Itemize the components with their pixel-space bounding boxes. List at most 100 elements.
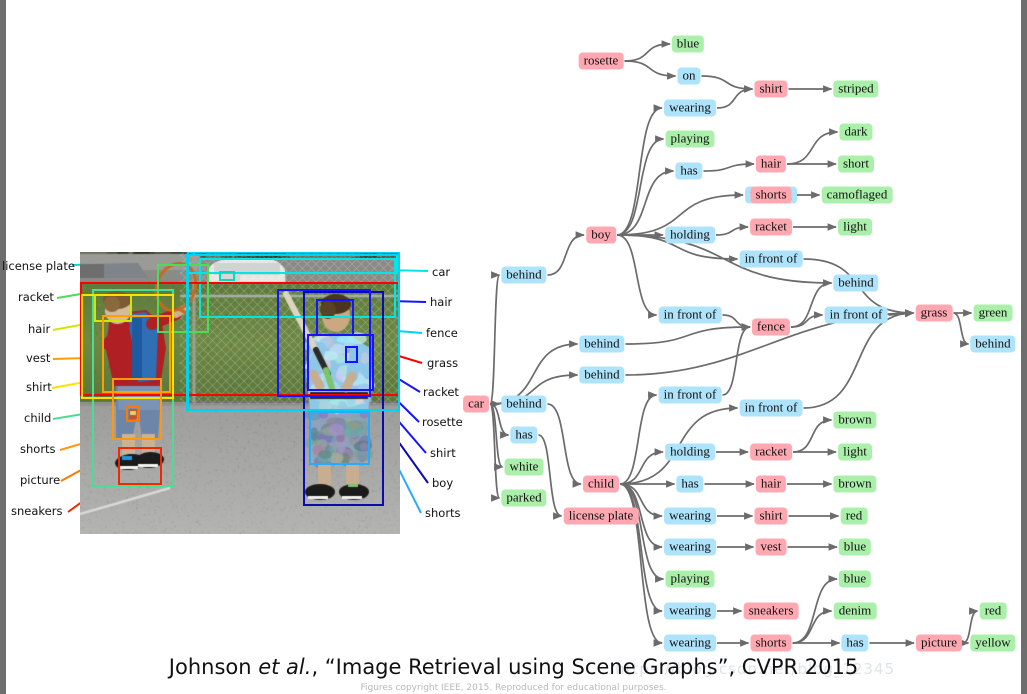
graph-node-fence[interactable]: fence [752,319,790,336]
graph-node-holding1[interactable]: holding [665,227,715,244]
graph-node-red2[interactable]: red [980,603,1007,620]
bbox-car [200,259,395,317]
graph-node-red1[interactable]: red [841,508,868,525]
graph-edge-child-to-wearing5 [620,484,662,611]
graph-node-playing1[interactable]: playing [666,131,715,148]
bbox-picture-l [127,407,139,421]
graph-node-infrontof4[interactable]: in front of [659,387,722,404]
graph-node-shorts2[interactable]: shorts [750,635,791,652]
graph-node-yellow[interactable]: yellow [970,635,1015,652]
graph-node-boy[interactable]: boy [586,227,616,244]
caption-prefix: Johnson [169,655,258,679]
graph-node-behind1[interactable]: behind [501,267,546,284]
bbox-hair-l [95,295,131,321]
graph-node-shirt2[interactable]: shirt [754,508,787,525]
graph-node-blue3[interactable]: blue [839,571,871,588]
photo-label-hair: hair [430,295,452,309]
graph-node-picture[interactable]: picture [916,635,962,652]
graph-node-holding2[interactable]: holding [665,444,715,461]
caption-suffix: , “Image Retrieval using Scene Graphs”, … [311,655,858,679]
graph-node-has2[interactable]: has [510,427,537,444]
photo-label-sneakers: sneakers [11,504,62,518]
graph-edge-child-to-infrontof4 [620,395,657,484]
graph-edge-rosette-to-on [625,61,676,76]
bbox-fence [187,255,399,410]
graph-node-light2[interactable]: light [838,444,872,461]
graph-node-wearing1[interactable]: wearing [664,100,716,117]
graph-edge-behind1-to-boy [548,235,585,275]
bbox-shorts-r [310,412,369,464]
graph-node-on[interactable]: on [678,68,701,85]
graph-node-denim[interactable]: denim [834,603,877,620]
graph-node-dark[interactable]: dark [839,124,872,141]
photo-label-license-plate: license plate [2,259,75,273]
graph-edge-holding1-to-racket1 [716,227,748,235]
graph-node-sneakers[interactable]: sneakers [744,603,799,620]
graph-node-hair1[interactable]: hair [756,156,786,173]
graph-node-striped[interactable]: striped [833,81,878,98]
graph-node-blue2[interactable]: blue [839,539,871,556]
photo-label-grass: grass [427,356,458,370]
graph-edge-car-to-behind1 [490,275,500,404]
graph-node-behind3[interactable]: behind [970,336,1015,353]
photo-label-hair: hair [28,322,50,336]
photo-label-child: child [24,411,51,425]
graph-node-hair2[interactable]: hair [756,476,786,493]
graph-edge-grass-to-behind3 [954,313,969,344]
graph-node-wearing3[interactable]: wearing [664,508,716,525]
graph-node-wearing4[interactable]: wearing [664,539,716,556]
graph-node-racket2[interactable]: racket [750,444,792,461]
graph-node-playing2[interactable]: playing [666,571,715,588]
graph-node-light1[interactable]: light [838,219,872,236]
graph-edge-on-to-shirt1 [702,76,753,89]
bbox-rosette [346,347,357,362]
photo-label-rosette: rosette [422,415,463,429]
photo-label-racket: racket [18,290,54,304]
caption-italic: et al. [258,655,311,679]
graph-node-vest[interactable]: vest [756,539,787,556]
graph-node-brown2[interactable]: brown [833,476,876,493]
annotated-photograph [80,252,400,534]
graph-edge-boy-to-playing1 [617,139,664,235]
graph-node-infrontof3[interactable]: in front of [825,307,888,324]
graph-node-car[interactable]: car [463,396,489,413]
scene-graph: rosette blue on shirt striped wearing playing h… [455,20,1027,660]
graph-node-wearing6[interactable]: wearing [664,635,716,652]
graph-node-behind6[interactable]: behind [501,396,546,413]
graph-node-behind5[interactable]: behind [579,367,624,384]
graph-node-has4[interactable]: has [841,635,868,652]
graph-edge-hair1-to-dark [787,132,838,164]
graph-node-licenseplate[interactable]: license plate [564,508,639,525]
graph-node-behind4[interactable]: behind [579,336,624,353]
photo-label-shirt: shirt [430,446,456,460]
graph-node-shorts1[interactable]: shorts [750,187,791,204]
photo-label-shirt: shirt [26,380,52,394]
copyright-notice: Figures copyright IEEE, 2015. Reproduced… [0,683,1027,693]
graph-node-blue1[interactable]: blue [672,36,704,53]
graph-node-infrontof2[interactable]: in front of [659,307,722,324]
graph-node-child[interactable]: child [583,476,619,493]
graph-node-brown1[interactable]: brown [833,412,876,429]
photo-label-racket: racket [423,385,459,399]
photo-label-boy: boy [432,476,453,490]
graph-node-racket1[interactable]: racket [750,219,792,236]
slide-canvas: rosette blue on shirt striped wearing playing h… [0,0,1027,694]
graph-node-infrontof1[interactable]: in front of [740,251,803,268]
graph-node-has3[interactable]: has [676,476,703,493]
photo-label-shorts: shorts [20,442,56,456]
bbox-shirt-r [308,335,373,390]
graph-node-short[interactable]: short [838,156,874,173]
graph-node-white[interactable]: white [505,459,544,476]
graph-node-has1[interactable]: has [675,163,702,180]
graph-node-green[interactable]: green [974,305,1013,322]
graph-node-behind2[interactable]: behind [833,275,878,292]
graph-node-camoflaged[interactable]: camoflaged [822,187,893,204]
photo-bounding-boxes [80,252,400,534]
graph-node-wearing5[interactable]: wearing [664,603,716,620]
graph-node-infrontof5[interactable]: in front of [740,400,803,417]
bbox-car-top [188,255,397,273]
graph-node-parked[interactable]: parked [501,490,546,507]
graph-node-grass[interactable]: grass [916,305,953,322]
graph-node-shirt1[interactable]: shirt [754,81,787,98]
graph-node-rosette[interactable]: rosette [579,53,624,70]
